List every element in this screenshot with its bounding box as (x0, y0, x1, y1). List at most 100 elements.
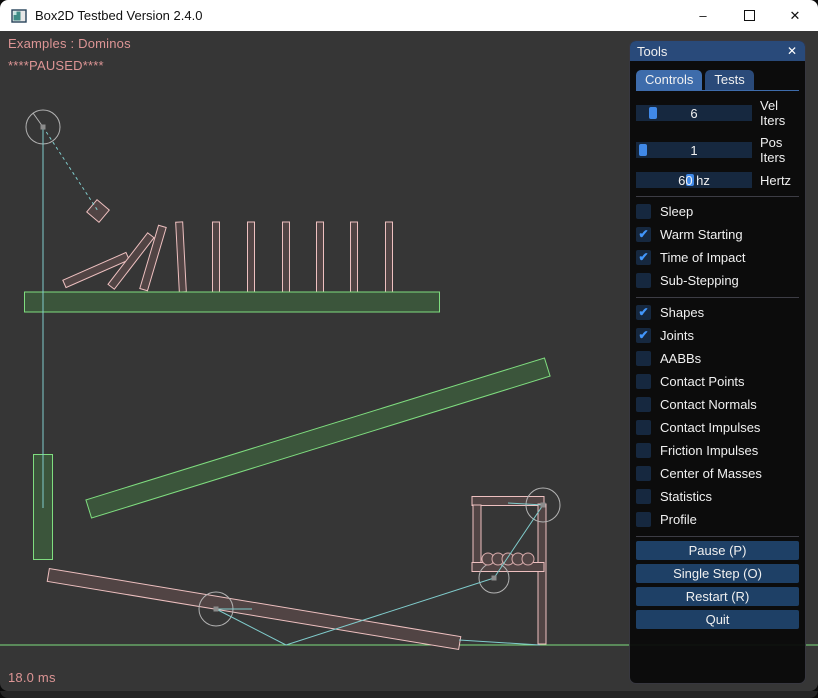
shapes-row: ✔ Shapes (636, 303, 799, 321)
frame-time-label: 18.0 ms (8, 670, 56, 685)
slider-label: Pos Iters (760, 135, 799, 165)
checkbox-label: Statistics (660, 489, 712, 504)
slider-grab[interactable] (639, 144, 647, 156)
joint-anchor (41, 125, 46, 130)
checkbox-label: Warm Starting (660, 227, 743, 242)
app-icon (11, 8, 27, 24)
tools-close-icon[interactable]: ✕ (787, 45, 797, 57)
pos-iters-slider[interactable]: 1 (636, 142, 752, 158)
checkbox-label: Contact Points (660, 374, 745, 389)
body-rect[interactable] (386, 222, 393, 292)
minimize-icon: – (699, 8, 706, 23)
tab-tests[interactable]: Tests (705, 70, 753, 90)
checkbox-label: Center of Masses (660, 466, 762, 481)
body-rect[interactable] (283, 222, 290, 292)
checkbox-time-of-impact[interactable]: ✔ (636, 250, 651, 265)
joint-line (459, 640, 540, 645)
tools-title: Tools (637, 44, 667, 59)
close-button[interactable]: ✕ (772, 0, 818, 31)
slider-label: Hertz (760, 173, 791, 188)
title-bar[interactable]: Box2D Testbed Version 2.4.0 – ✕ (0, 0, 818, 31)
checkbox-profile[interactable] (636, 512, 651, 527)
body-rect[interactable] (248, 222, 255, 292)
checkbox-label: Contact Normals (660, 397, 757, 412)
hertz-slider[interactable]: 60 hz (636, 172, 752, 188)
friction-impulses-row: Friction Impulses (636, 441, 799, 459)
checkbox-label: Joints (660, 328, 694, 343)
example-label: Examples : Dominos (8, 36, 131, 51)
checkbox-label: Sleep (660, 204, 693, 219)
close-icon: ✕ (790, 8, 801, 24)
body-rect[interactable] (213, 222, 220, 292)
checkbox-contact-points[interactable] (636, 374, 651, 389)
body-rect[interactable] (317, 222, 324, 292)
checkbox-label: Shapes (660, 305, 704, 320)
checkbox-warm-starting[interactable]: ✔ (636, 227, 651, 242)
pos-iters-row: 1 Pos Iters (636, 135, 799, 165)
slider-value: 6 (690, 106, 697, 121)
body-rect[interactable] (25, 292, 440, 312)
checkbox-aabbs[interactable] (636, 351, 651, 366)
contact-impulses-row: Contact Impulses (636, 418, 799, 436)
window-title: Box2D Testbed Version 2.4.0 (35, 8, 202, 23)
slider-grab[interactable] (649, 107, 657, 119)
joints-row: ✔ Joints (636, 326, 799, 344)
single-step-o-button[interactable]: Single Step (O) (636, 564, 799, 583)
hertz-row: 60 hz Hertz (636, 172, 799, 188)
warm-starting-row: ✔ Warm Starting (636, 225, 799, 243)
body-rect[interactable] (140, 225, 166, 291)
tab-controls[interactable]: Controls (636, 70, 702, 90)
profile-row: Profile (636, 510, 799, 528)
slider-value: 1 (690, 143, 697, 158)
app-window: Examples : Dominos ****PAUSED**** 18.0 m… (0, 0, 818, 698)
joint-line (43, 127, 98, 211)
body-rect[interactable] (473, 505, 481, 569)
maximize-button[interactable] (726, 0, 772, 31)
checkbox-friction-impulses[interactable] (636, 443, 651, 458)
checkbox-label: Profile (660, 512, 697, 527)
maximize-icon (744, 10, 755, 21)
joint-anchor (492, 576, 497, 581)
pause-p-button[interactable]: Pause (P) (636, 541, 799, 560)
paused-label: ****PAUSED**** (8, 58, 104, 73)
body-rect[interactable] (538, 504, 546, 644)
checkbox-area: Sleep ✔ Warm Starting ✔Time of Impact Sub-St… (636, 196, 799, 528)
checkbox-label: Contact Impulses (660, 420, 760, 435)
minimize-button[interactable]: – (680, 0, 726, 31)
joint-anchor (541, 503, 546, 508)
separator (636, 297, 799, 298)
checkbox-sleep[interactable] (636, 204, 651, 219)
joint-anchor (214, 607, 219, 612)
tools-title-bar[interactable]: Tools ✕ (630, 41, 805, 61)
vel-iters-slider[interactable]: 6 (636, 105, 752, 121)
tools-body: ControlsTests 6 Vel Iters 1 Pos Iters 60 hz H… (630, 61, 805, 629)
body-ball[interactable] (522, 553, 534, 565)
checkbox-shapes[interactable]: ✔ (636, 305, 651, 320)
time-of-impact-row: ✔Time of Impact (636, 248, 799, 266)
window-bottom-edge (0, 691, 818, 698)
slider-label: Vel Iters (760, 98, 799, 128)
slider-value: 60 hz (678, 173, 710, 188)
checkbox-sub-stepping[interactable] (636, 273, 651, 288)
checkbox-joints[interactable]: ✔ (636, 328, 651, 343)
sleep-row: Sleep (636, 202, 799, 220)
restart-r-button[interactable]: Restart (R) (636, 587, 799, 606)
body-rect[interactable] (176, 222, 187, 292)
slider-group: 6 Vel Iters 1 Pos Iters 60 hz Hertz (636, 98, 799, 188)
quit-button[interactable]: Quit (636, 610, 799, 629)
checkbox-center-of-masses[interactable] (636, 466, 651, 481)
button-group: Pause (P) Single Step (O) Restart (R) Quit (636, 541, 799, 629)
checkbox-contact-normals[interactable] (636, 397, 651, 412)
checkbox-statistics[interactable] (636, 489, 651, 504)
center-of-masses-row: Center of Masses (636, 464, 799, 482)
tools-panel: Tools ✕ ControlsTests 6 Vel Iters 1 Pos Ite… (629, 40, 806, 684)
vel-iters-row: 6 Vel Iters (636, 98, 799, 128)
body-rect[interactable] (86, 358, 550, 518)
checkbox-contact-impulses[interactable] (636, 420, 651, 435)
checkbox-label: AABBs (660, 351, 701, 366)
body-rect[interactable] (351, 222, 358, 292)
checkbox-label: Friction Impulses (660, 443, 758, 458)
checkbox-label: Sub-Stepping (660, 273, 739, 288)
contact-normals-row: Contact Normals (636, 395, 799, 413)
contact-points-row: Contact Points (636, 372, 799, 390)
